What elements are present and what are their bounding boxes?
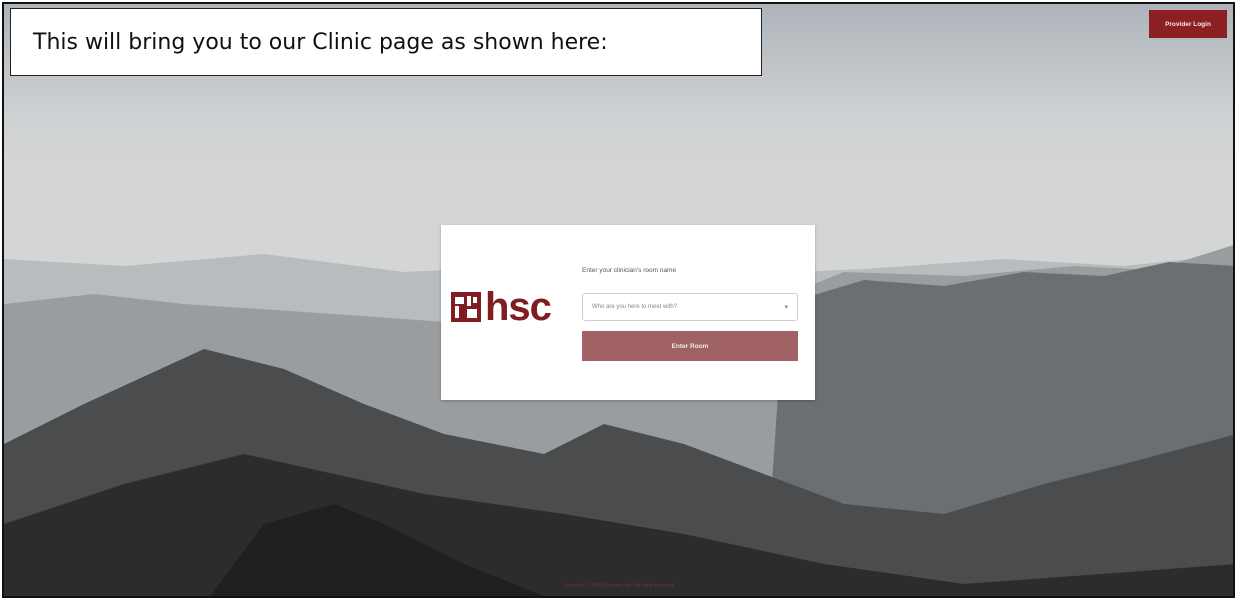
- logo-wordmark: hsc: [485, 285, 552, 329]
- provider-login-button[interactable]: Provider Login: [1149, 10, 1227, 38]
- instruction-callout: This will bring you to our Clinic page a…: [10, 8, 762, 76]
- chevron-down-icon: ▾: [784, 304, 788, 311]
- room-name-label: Enter your clinician's room name: [582, 267, 677, 274]
- enter-room-button[interactable]: Enter Room: [582, 331, 798, 361]
- room-select[interactable]: Who are you here to meet with? ▾: [582, 293, 798, 321]
- hsc-logo: hsc: [451, 285, 552, 329]
- screenshot-frame: Provider Login hsc Enter your clinician'…: [2, 2, 1235, 598]
- footer-copyright: Copyright © 2020 Doxy.me, Inc. All right…: [562, 583, 675, 589]
- room-select-placeholder: Who are you here to meet with?: [592, 304, 678, 310]
- room-entry-card: hsc Enter your clinician's room name Who…: [441, 225, 815, 400]
- hsc-logo-mark-icon: [451, 292, 481, 322]
